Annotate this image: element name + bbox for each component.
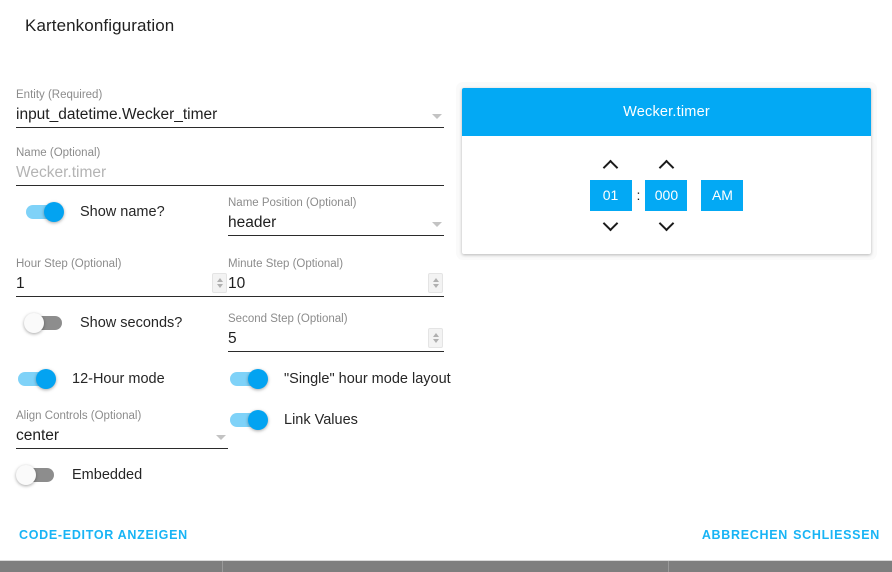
entity-field[interactable]: Entity (Required) input_datetime.Wecker_… bbox=[16, 88, 444, 128]
switch-knob bbox=[24, 313, 44, 333]
single-hour-layout-toggle[interactable]: "Single" hour mode layout bbox=[230, 369, 451, 389]
align-controls-field[interactable]: Align Controls (Optional) center bbox=[16, 409, 228, 449]
dialog-content: Entity (Required) input_datetime.Wecker_… bbox=[0, 56, 892, 522]
twelve-hour-mode-label: 12-Hour mode bbox=[72, 371, 165, 387]
switch-knob bbox=[44, 202, 64, 222]
window-bottom-strip bbox=[0, 560, 892, 572]
strip-divider bbox=[668, 561, 669, 572]
name-placeholder: Wecker.timer bbox=[16, 164, 107, 181]
chevron-down-icon[interactable] bbox=[216, 435, 226, 440]
second-step-label: Second Step (Optional) bbox=[228, 313, 348, 325]
hour-increment-icon[interactable] bbox=[602, 157, 619, 174]
switch-knob bbox=[248, 369, 268, 389]
hour-step-field[interactable]: Hour Step (Optional) 1 bbox=[16, 257, 228, 297]
switch-knob bbox=[248, 410, 268, 430]
show-seconds-label: Show seconds? bbox=[80, 315, 183, 331]
name-position-field[interactable]: Name Position (Optional) header bbox=[228, 196, 444, 236]
second-step-value: 5 bbox=[228, 330, 237, 347]
minute-step-label: Minute Step (Optional) bbox=[228, 258, 344, 270]
time-separator: : bbox=[636, 186, 641, 203]
cancel-button[interactable]: Abbrechen bbox=[702, 528, 788, 542]
second-step-spinner[interactable] bbox=[428, 328, 443, 348]
switch-knob bbox=[36, 369, 56, 389]
close-button[interactable]: Schliessen bbox=[793, 528, 880, 542]
dialog-footer: Code-Editor anzeigen Abbrechen Schliesse… bbox=[0, 518, 892, 558]
link-values-switch[interactable] bbox=[230, 410, 268, 430]
minute-value[interactable]: 000 bbox=[645, 179, 688, 211]
ampm-toggle-button[interactable]: AM bbox=[701, 179, 744, 211]
name-position-label: Name Position (Optional) bbox=[228, 197, 357, 209]
name-field[interactable]: Name (Optional) Wecker.timer bbox=[16, 146, 444, 186]
minute-step-field[interactable]: Minute Step (Optional) 10 bbox=[228, 257, 444, 297]
align-controls-label: Align Controls (Optional) bbox=[16, 410, 142, 422]
hour-value[interactable]: 01 bbox=[589, 179, 632, 211]
show-code-editor-button[interactable]: Code-Editor anzeigen bbox=[19, 528, 188, 542]
show-seconds-toggle[interactable]: Show seconds? bbox=[24, 313, 183, 333]
minute-unit: 000 bbox=[645, 157, 688, 234]
show-name-switch[interactable] bbox=[26, 202, 64, 222]
spinner-down-icon[interactable] bbox=[432, 339, 439, 343]
hour-decrement-icon[interactable] bbox=[602, 217, 619, 234]
hour-step-spinner[interactable] bbox=[212, 273, 227, 293]
preview-card-title: Wecker.timer bbox=[462, 88, 871, 136]
card-preview-container: Wecker.timer 01 : 000 AM bbox=[456, 82, 877, 260]
preview-card: Wecker.timer 01 : 000 AM bbox=[462, 88, 871, 254]
twelve-hour-mode-switch[interactable] bbox=[18, 369, 56, 389]
align-controls-value: center bbox=[16, 427, 60, 444]
hour-unit: 01 bbox=[589, 157, 632, 234]
entity-label: Entity (Required) bbox=[16, 89, 103, 101]
single-hour-layout-label: "Single" hour mode layout bbox=[284, 371, 451, 387]
single-hour-layout-switch[interactable] bbox=[230, 369, 268, 389]
hour-step-label: Hour Step (Optional) bbox=[16, 258, 122, 270]
name-position-value: header bbox=[228, 214, 277, 231]
spinner-down-icon[interactable] bbox=[216, 284, 223, 288]
embedded-toggle[interactable]: Embedded bbox=[16, 465, 143, 485]
page-title: Kartenkonfiguration bbox=[25, 16, 175, 35]
embedded-label: Embedded bbox=[72, 467, 143, 483]
minute-step-value: 10 bbox=[228, 275, 246, 292]
twelve-hour-mode-toggle[interactable]: 12-Hour mode bbox=[18, 369, 165, 389]
second-step-field[interactable]: Second Step (Optional) 5 bbox=[228, 312, 444, 352]
show-name-label: Show name? bbox=[80, 204, 165, 220]
chevron-down-icon[interactable] bbox=[432, 114, 442, 119]
time-picker: 01 : 000 AM bbox=[589, 157, 744, 234]
spinner-up-icon[interactable] bbox=[216, 278, 223, 282]
link-values-toggle[interactable]: Link Values bbox=[230, 410, 358, 430]
link-values-label: Link Values bbox=[284, 412, 358, 428]
show-name-toggle[interactable]: Show name? bbox=[26, 202, 165, 222]
show-seconds-switch[interactable] bbox=[24, 313, 62, 333]
spinner-down-icon[interactable] bbox=[432, 284, 439, 288]
entity-value: input_datetime.Wecker_timer bbox=[16, 106, 218, 123]
minute-decrement-icon[interactable] bbox=[658, 217, 675, 234]
minute-step-spinner[interactable] bbox=[428, 273, 443, 293]
spinner-up-icon[interactable] bbox=[432, 278, 439, 282]
chevron-down-icon[interactable] bbox=[432, 222, 442, 227]
strip-divider bbox=[222, 561, 223, 572]
ampm-unit: AM bbox=[687, 163, 744, 228]
preview-card-body: 01 : 000 AM bbox=[462, 136, 871, 254]
hour-step-value: 1 bbox=[16, 275, 25, 292]
embedded-switch[interactable] bbox=[16, 465, 54, 485]
switch-knob bbox=[16, 465, 36, 485]
spinner-up-icon[interactable] bbox=[432, 333, 439, 337]
name-label: Name (Optional) bbox=[16, 147, 101, 159]
minute-increment-icon[interactable] bbox=[658, 157, 675, 174]
